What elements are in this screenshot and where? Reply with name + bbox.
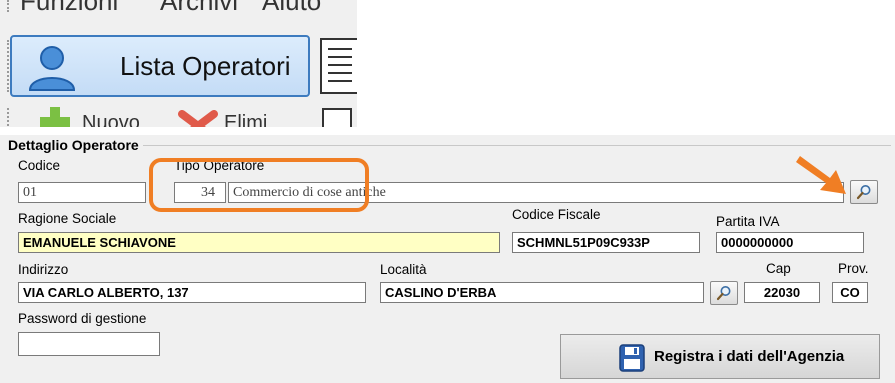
list-icon[interactable] (320, 38, 357, 94)
lista-operatori-button[interactable]: Lista Operatori (10, 35, 310, 97)
codice-fiscale-label: Codice Fiscale (512, 207, 601, 222)
indirizzo-label: Indirizzo (18, 262, 69, 277)
codice-label: Codice (18, 158, 61, 173)
localita-search-button[interactable] (710, 281, 738, 305)
partita-iva-label: Partita IVA (716, 214, 780, 229)
search-icon (716, 286, 731, 301)
section-title: Dettaglio Operatore (8, 137, 143, 153)
password-label: Password di gestione (18, 311, 147, 326)
user-icon (28, 46, 76, 91)
menu-aiuto[interactable]: Aiuto (262, 0, 321, 17)
arrow-annotation (796, 156, 846, 194)
menu-archivi[interactable]: Archivi (160, 0, 238, 17)
lista-operatori-label: Lista Operatori (120, 51, 291, 81)
annotation-highlight-box (149, 158, 369, 212)
ragione-sociale-label: Ragione Sociale (18, 211, 117, 226)
toolbar-grip (7, 108, 12, 126)
cap-label: Cap (766, 261, 791, 276)
plus-icon[interactable] (40, 107, 70, 127)
partita-iva-field[interactable]: 0000000000 (716, 232, 864, 253)
search-icon (856, 185, 871, 200)
toolbar-grip (7, 0, 12, 12)
indirizzo-field[interactable]: VIA CARLO ALBERTO, 137 (18, 282, 366, 303)
menu-funzioni[interactable]: Funzioni (20, 0, 118, 17)
toolbar: Funzioni Archivi Aiuto Lista Operatori N… (0, 0, 357, 127)
ragione-sociale-field[interactable]: EMANUELE SCHIAVONE (18, 232, 500, 253)
new-button-label[interactable]: Nuovo (82, 112, 140, 127)
codice-field[interactable]: 01 (18, 182, 146, 203)
prov-field[interactable]: CO (832, 282, 868, 303)
cap-field[interactable]: 22030 (744, 282, 820, 303)
registra-dati-button[interactable]: Registra i dati dell'Agenzia (560, 334, 880, 379)
operator-detail-form: Dettaglio Operatore Codice 01 Tipo Opera… (0, 135, 895, 383)
delete-icon[interactable] (178, 110, 218, 127)
password-field[interactable] (18, 332, 160, 356)
prov-label: Prov. (838, 261, 869, 276)
registra-dati-label: Registra i dati dell'Agenzia (654, 348, 845, 365)
save-disk-icon (619, 344, 645, 372)
delete-button-label[interactable]: Elimi (224, 112, 267, 127)
localita-field[interactable]: CASLINO D'ERBA (380, 282, 704, 303)
list-icon[interactable] (322, 108, 352, 127)
codice-fiscale-field[interactable]: SCHMNL51P09C933P (512, 232, 700, 253)
localita-label: Località (380, 262, 427, 277)
